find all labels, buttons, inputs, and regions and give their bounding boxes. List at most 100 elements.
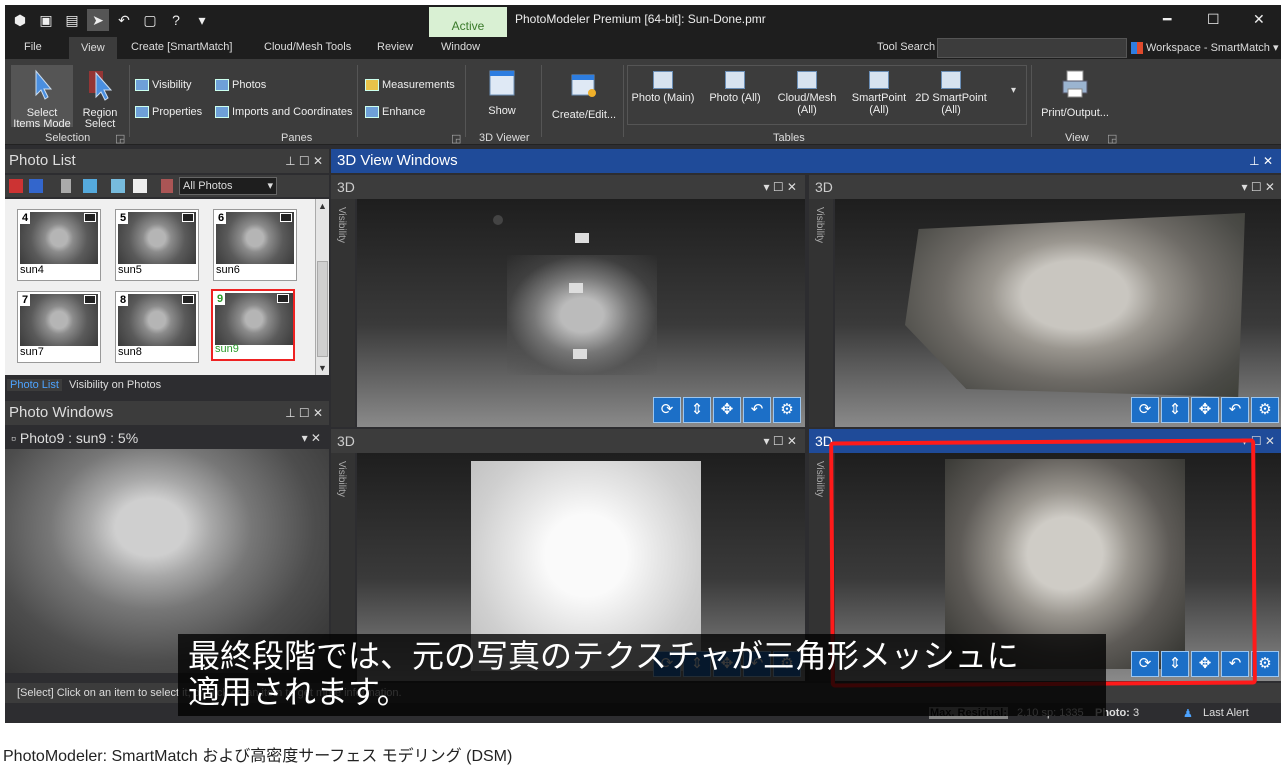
imports-icon [215, 106, 229, 118]
scroll-up-icon[interactable]: ▲ [318, 201, 327, 211]
view-launcher-icon[interactable]: ◲ [1107, 132, 1117, 145]
visibility-button[interactable]: Visibility [135, 79, 192, 91]
select-items-mode-button[interactable]: Select Items Mode [11, 65, 73, 130]
3d-viewer-group-label: 3D Viewer [479, 132, 530, 144]
photo-count-value: 3 [1133, 707, 1140, 719]
settings-gear-icon[interactable]: ⚙ [1251, 397, 1279, 423]
imports-button[interactable]: Imports and Coordinates [215, 106, 352, 118]
filter-icon[interactable] [161, 179, 173, 193]
large-icons-icon[interactable] [111, 179, 125, 193]
rotate-icon[interactable]: ⟳ [1131, 397, 1159, 423]
small-icons-icon[interactable] [133, 179, 147, 193]
close-button[interactable]: ✕ [1253, 11, 1265, 28]
qat-dropdown-icon[interactable]: ▾ [191, 9, 213, 31]
table-photo-all-button[interactable]: Photo (All) [701, 71, 769, 104]
photo-thumb[interactable]: 7 sun7 [17, 291, 101, 363]
enhance-button[interactable]: Enhance [365, 106, 425, 118]
save-icon[interactable]: ▣ [35, 9, 57, 31]
scroll-down-icon[interactable]: ▼ [318, 363, 327, 373]
photo-filter-select[interactable]: All Photos ▾ [179, 177, 277, 195]
photo-list-panel: Photo List ⊥ ☐ ✕ All Photos ▾ 4 sun4 5 sun5… [5, 149, 329, 395]
photo-list-title-text: Photo List [9, 152, 76, 169]
save-as-icon[interactable]: ▤ [61, 9, 83, 31]
table-2d-smartpoint-button[interactable]: 2D SmartPoint (All) [913, 71, 989, 116]
maximize-button[interactable]: ☐ [1207, 11, 1220, 28]
3d-window-header: 3D ▾ ☐ ✕ [331, 429, 805, 453]
window-controls-icon[interactable]: ▾ ✕ [302, 427, 321, 449]
visibility-side-tab[interactable]: Visibility [809, 199, 833, 427]
minimize-button[interactable]: ━ [1163, 11, 1171, 28]
tab-visibility-on-photos[interactable]: Visibility on Photos [69, 379, 161, 391]
panes-launcher-icon[interactable]: ◲ [451, 132, 461, 145]
window-controls-icon[interactable]: ▾ ☐ ✕ [763, 175, 797, 199]
photo-thumb-selected[interactable]: 9 sun9 [211, 289, 295, 361]
panel-controls-icon[interactable]: ⊥ ☐ ✕ [285, 401, 323, 425]
window-icon[interactable]: ▢ [139, 9, 161, 31]
gallery-scroll-icon[interactable]: ▾ [1011, 85, 1016, 96]
zoom-icon[interactable]: ⇕ [1161, 397, 1189, 423]
sort-reverse-icon[interactable] [29, 179, 43, 193]
photo-list-scrollbar[interactable]: ▲ ▼ [315, 199, 329, 375]
tool-search-input[interactable] [937, 38, 1127, 58]
table-photo-main-label: Photo (Main) [631, 92, 695, 104]
photo-name: sun7 [20, 346, 44, 358]
panel-controls-icon[interactable]: ⊥ ☐ ✕ [285, 149, 323, 173]
menu-create[interactable]: Create [SmartMatch] [131, 41, 232, 53]
menu-review[interactable]: Review [377, 41, 413, 53]
help-icon[interactable]: ? [165, 9, 187, 31]
3d-view-windows-title-text: 3D View Windows [337, 152, 458, 169]
select-arrow-icon [35, 69, 53, 100]
print-output-button[interactable]: Print/Output... [1035, 69, 1115, 119]
photo-thumb[interactable]: 4 sun4 [17, 209, 101, 281]
tool-search-label: Tool Search [877, 41, 936, 53]
pan-icon[interactable]: ✥ [713, 397, 741, 423]
table-photo-main-button[interactable]: Photo (Main) [629, 71, 697, 104]
menu-view[interactable]: View [69, 37, 117, 59]
create-edit-button[interactable]: Create/Edit... [547, 71, 621, 121]
create-edit-label: Create/Edit... [551, 109, 617, 121]
thumbnail-view-icon[interactable] [83, 179, 97, 193]
photo-thumb[interactable]: 6 sun6 [213, 209, 297, 281]
properties-button[interactable]: Properties [135, 106, 202, 118]
zoom-icon[interactable]: ⇕ [683, 397, 711, 423]
last-alert-button[interactable]: Last Alert [1203, 707, 1249, 719]
app-cube-icon[interactable]: ⬢ [9, 9, 31, 31]
3d-canvas[interactable]: ⟳⇕✥↶⚙ [835, 199, 1281, 427]
alert-person-icon[interactable]: ♟ [1183, 707, 1193, 720]
undo-icon[interactable]: ↶ [113, 9, 135, 31]
menu-file[interactable]: File [24, 41, 42, 53]
selection-group-label: Selection [45, 132, 91, 144]
settings-gear-icon[interactable]: ⚙ [773, 397, 801, 423]
photo-thumb[interactable]: 8 sun8 [115, 291, 199, 363]
pan-icon[interactable]: ✥ [1191, 397, 1219, 423]
photo-thumb[interactable]: 5 sun5 [115, 209, 199, 281]
workspace-selector[interactable]: Workspace - SmartMatch ▾ [1131, 41, 1278, 54]
sort-icon[interactable] [9, 179, 23, 193]
menu-window[interactable]: Window [441, 41, 480, 53]
camera-marker-icon [493, 215, 503, 225]
photos-button[interactable]: Photos [215, 79, 266, 91]
list-view-icon[interactable] [61, 179, 71, 193]
measurements-button[interactable]: Measurements [365, 79, 455, 91]
scroll-thumb[interactable] [317, 261, 328, 357]
pointer-icon[interactable]: ➤ [87, 9, 109, 31]
table-cloud-mesh-button[interactable]: Cloud/Mesh (All) [773, 71, 841, 116]
panel-controls-icon[interactable]: ⊥ ✕ [1249, 149, 1273, 173]
show-button[interactable]: Show [479, 67, 525, 117]
region-select-button[interactable]: Region Select [77, 69, 123, 130]
photo-number: 4 [20, 212, 31, 224]
table-smartpoint-button[interactable]: SmartPoint (All) [845, 71, 913, 116]
reset-view-icon[interactable]: ↶ [1221, 397, 1249, 423]
camera-icon [280, 213, 292, 222]
tab-photo-list[interactable]: Photo List [7, 379, 62, 391]
window-controls-icon[interactable]: ▾ ☐ ✕ [763, 429, 797, 453]
reset-view-icon[interactable]: ↶ [743, 397, 771, 423]
selection-launcher-icon[interactable]: ◲ [115, 132, 125, 145]
visibility-side-tab[interactable]: Visibility [331, 199, 355, 427]
window-controls-icon[interactable]: ▾ ☐ ✕ [1241, 175, 1275, 199]
menu-cloud-mesh-tools[interactable]: Cloud/Mesh Tools [264, 41, 351, 53]
camera-icon [277, 294, 289, 303]
camera-marker-icon [569, 283, 583, 293]
rotate-icon[interactable]: ⟳ [653, 397, 681, 423]
3d-canvas[interactable]: ⟳⇕✥↶⚙ [357, 199, 805, 427]
